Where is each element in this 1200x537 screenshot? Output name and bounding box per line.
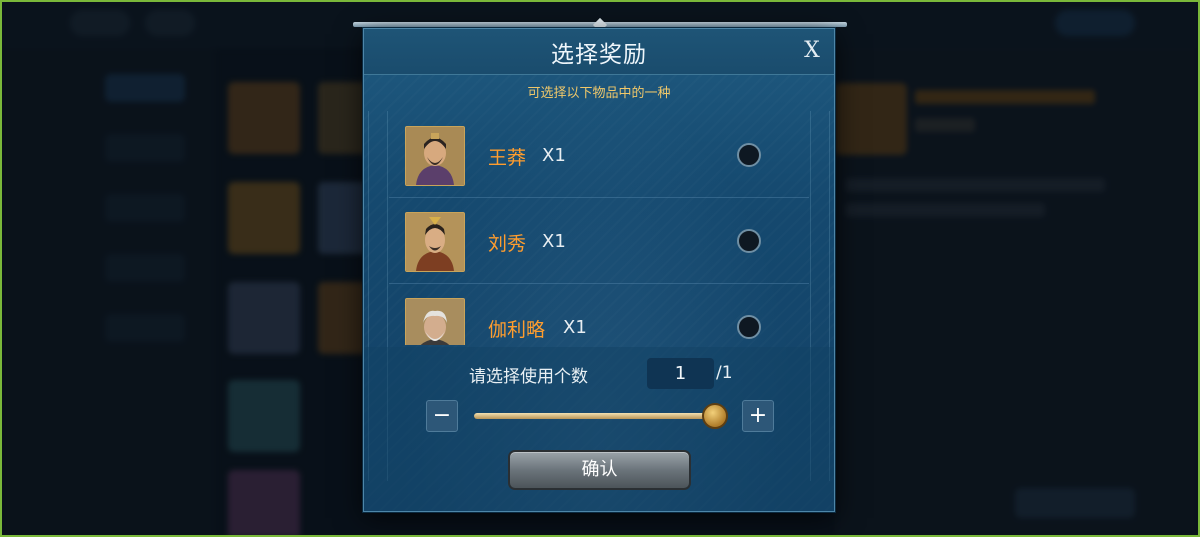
general-portrait-icon <box>405 212 465 272</box>
reward-radio[interactable] <box>737 315 761 339</box>
confirm-button[interactable]: 确认 <box>508 450 691 490</box>
usage-slider-handle[interactable] <box>702 403 728 429</box>
decrease-button[interactable]: − <box>426 400 458 432</box>
dialog-title: 选择奖励 <box>551 42 647 68</box>
usage-slider-fill <box>474 413 724 419</box>
dialog-header: 选择奖励 X <box>364 29 834 75</box>
reward-name: 伽利略 <box>488 319 546 341</box>
reward-name: 王莽 <box>488 147 527 169</box>
reward-list[interactable]: 王莽 X1 刘秀 X1 伽利略 X1 <box>389 111 809 345</box>
usage-count-input[interactable] <box>647 358 714 389</box>
reward-quantity: X1 <box>542 145 566 166</box>
scholar-portrait-icon <box>405 298 465 345</box>
dialog-subtitle: 可选择以下物品中的一种 <box>527 86 671 101</box>
increase-button[interactable]: + <box>742 400 774 432</box>
reward-radio[interactable] <box>737 143 761 167</box>
general-portrait-icon <box>405 126 465 186</box>
reward-row[interactable]: 王莽 X1 <box>389 111 809 198</box>
usage-slider-track[interactable] <box>474 413 724 419</box>
reward-quantity: X1 <box>563 317 587 338</box>
reward-select-dialog: 选择奖励 X 可选择以下物品中的一种 王莽 X1 刘秀 X1 伽利略 X1 请选… <box>363 28 835 512</box>
close-button[interactable]: X <box>798 37 826 65</box>
reward-quantity: X1 <box>542 231 566 252</box>
reward-row[interactable]: 刘秀 X1 <box>389 197 809 284</box>
usage-count-label: 请选择使用个数 <box>469 367 588 387</box>
reward-radio[interactable] <box>737 229 761 253</box>
reward-name: 刘秀 <box>488 233 527 255</box>
reward-row[interactable]: 伽利略 X1 <box>389 283 809 345</box>
usage-count-max: /1 <box>716 363 733 383</box>
